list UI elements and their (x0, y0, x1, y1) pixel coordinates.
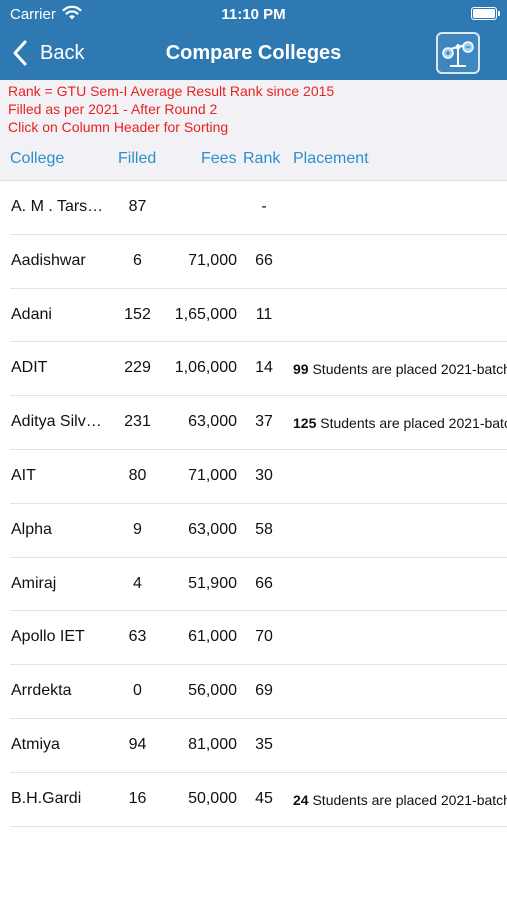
rank-value: 66 (255, 574, 273, 592)
page-title: Compare Colleges (165, 42, 342, 64)
fees-value: 1,06,000 (174, 359, 237, 377)
column-header-college[interactable]: College (10, 150, 64, 168)
fees-value: 63,000 (188, 413, 237, 431)
fees-value: 61,000 (188, 628, 237, 646)
filled-count: 231 (124, 413, 151, 431)
compare-button[interactable] (436, 32, 480, 74)
placement-info: 24 Students are placed 2021-batch (293, 792, 507, 808)
rank-value: 45 (255, 789, 273, 807)
filled-note: Filled as per 2021 - After Round 2 (8, 101, 218, 117)
college-name: Alpha (11, 520, 52, 538)
info-panel: Rank = GTU Sem-I Average Result Rank sin… (0, 80, 507, 181)
college-name: Adani (11, 305, 52, 323)
table-row[interactable]: Aadishwar 6 71,000 66 (10, 235, 507, 289)
college-name: Atmiya (11, 735, 60, 753)
table-row[interactable]: Apollo IET 63 61,000 70 (10, 611, 507, 666)
placement-text: Students are placed 2021-batch (308, 361, 507, 378)
college-table: A. M . Tarsadia Pharmacy 87 - Aadishwar … (0, 181, 507, 827)
fees-value: 51,900 (188, 574, 237, 592)
filled-count: 229 (124, 359, 151, 377)
placement-info: 125 Students are placed 2021-batch (293, 415, 507, 431)
table-row[interactable]: Alpha 9 63,000 58 (10, 504, 507, 558)
college-name: AIT (11, 466, 36, 484)
fees-value: 71,000 (188, 466, 237, 484)
fees-value: 56,000 (188, 682, 237, 700)
placement-text: Students are placed 2021-batch (316, 415, 507, 432)
college-name: ADIT (11, 359, 48, 377)
filled-count: 94 (128, 735, 147, 753)
filled-count: 4 (133, 574, 142, 592)
balance-scale-icon (442, 41, 474, 67)
status-bar: Carrier 11:10 PM (0, 0, 507, 28)
filled-count: 152 (124, 305, 151, 323)
filled-count: 0 (133, 682, 142, 700)
rank-value: 69 (255, 682, 273, 700)
college-name: Arrdekta (11, 682, 72, 700)
table-row[interactable]: Atmiya 94 81,000 35 (10, 719, 507, 773)
rank-value: 35 (255, 735, 273, 753)
rank-note: Rank = GTU Sem-I Average Result Rank sin… (8, 83, 335, 99)
column-header-rank[interactable]: Rank (243, 150, 280, 168)
college-name: B.H.Gardi (11, 789, 82, 807)
rank-value: 66 (255, 251, 273, 269)
filled-count: 80 (128, 466, 147, 484)
filled-count: 63 (128, 628, 147, 646)
rank-value: 30 (255, 466, 273, 484)
college-name: Aditya Silver Oak (11, 413, 106, 431)
column-header-filled[interactable]: Filled (118, 150, 156, 168)
fees-value: 1,65,000 (174, 305, 237, 323)
filled-count: 16 (128, 789, 147, 807)
placement-count: 125 (293, 415, 317, 432)
rank-value: 70 (255, 628, 273, 646)
table-row[interactable]: B.H.Gardi 16 50,000 45 24 Students are p… (10, 773, 507, 827)
filled-count: 87 (128, 198, 147, 215)
battery-icon (471, 7, 500, 20)
table-row[interactable]: A. M . Tarsadia Pharmacy 87 - (10, 181, 507, 235)
table-row[interactable]: Aditya Silver Oak 231 63,000 37 125 Stud… (10, 396, 507, 450)
rank-value: 11 (255, 305, 273, 323)
rank-value: 14 (255, 359, 273, 377)
clock: 11:10 PM (221, 6, 286, 23)
fees-value: 71,000 (188, 251, 237, 269)
fees-value: 81,000 (188, 735, 237, 753)
college-name: Amiraj (11, 574, 57, 592)
table-row[interactable]: AIT 80 71,000 30 (10, 450, 507, 504)
table-row[interactable]: ADIT 229 1,06,000 14 99 Students are pla… (10, 342, 507, 397)
column-header-placement[interactable]: Placement (293, 150, 369, 168)
table-row[interactable]: Amiraj 4 51,900 66 (10, 558, 507, 612)
app-header: Carrier 11:10 PM Back Compare Colleges (0, 0, 507, 80)
table-row[interactable]: Arrdekta 0 56,000 69 (10, 665, 507, 719)
placement-count: 99 (293, 361, 309, 378)
college-name: Apollo IET (11, 628, 85, 646)
column-header-fees[interactable]: Fees (201, 150, 237, 168)
college-name: Aadishwar (11, 251, 86, 269)
college-name: A. M . Tarsadia Pharmacy (11, 198, 106, 215)
placement-count: 24 (293, 791, 309, 808)
table-row[interactable]: Adani 152 1,65,000 11 (10, 289, 507, 343)
rank-value: - (261, 198, 267, 215)
filled-count: 6 (133, 251, 142, 269)
navigation-bar: Back Compare Colleges (0, 28, 507, 80)
fees-value: 50,000 (188, 789, 237, 807)
rank-value: 58 (255, 520, 273, 538)
sorting-note: Click on Column Header for Sorting (8, 119, 229, 135)
rank-value: 37 (255, 413, 273, 431)
fees-value: 63,000 (188, 520, 237, 538)
placement-info: 99 Students are placed 2021-batch (293, 361, 507, 377)
filled-count: 9 (133, 520, 142, 538)
placement-text: Students are placed 2021-batch (308, 791, 507, 808)
